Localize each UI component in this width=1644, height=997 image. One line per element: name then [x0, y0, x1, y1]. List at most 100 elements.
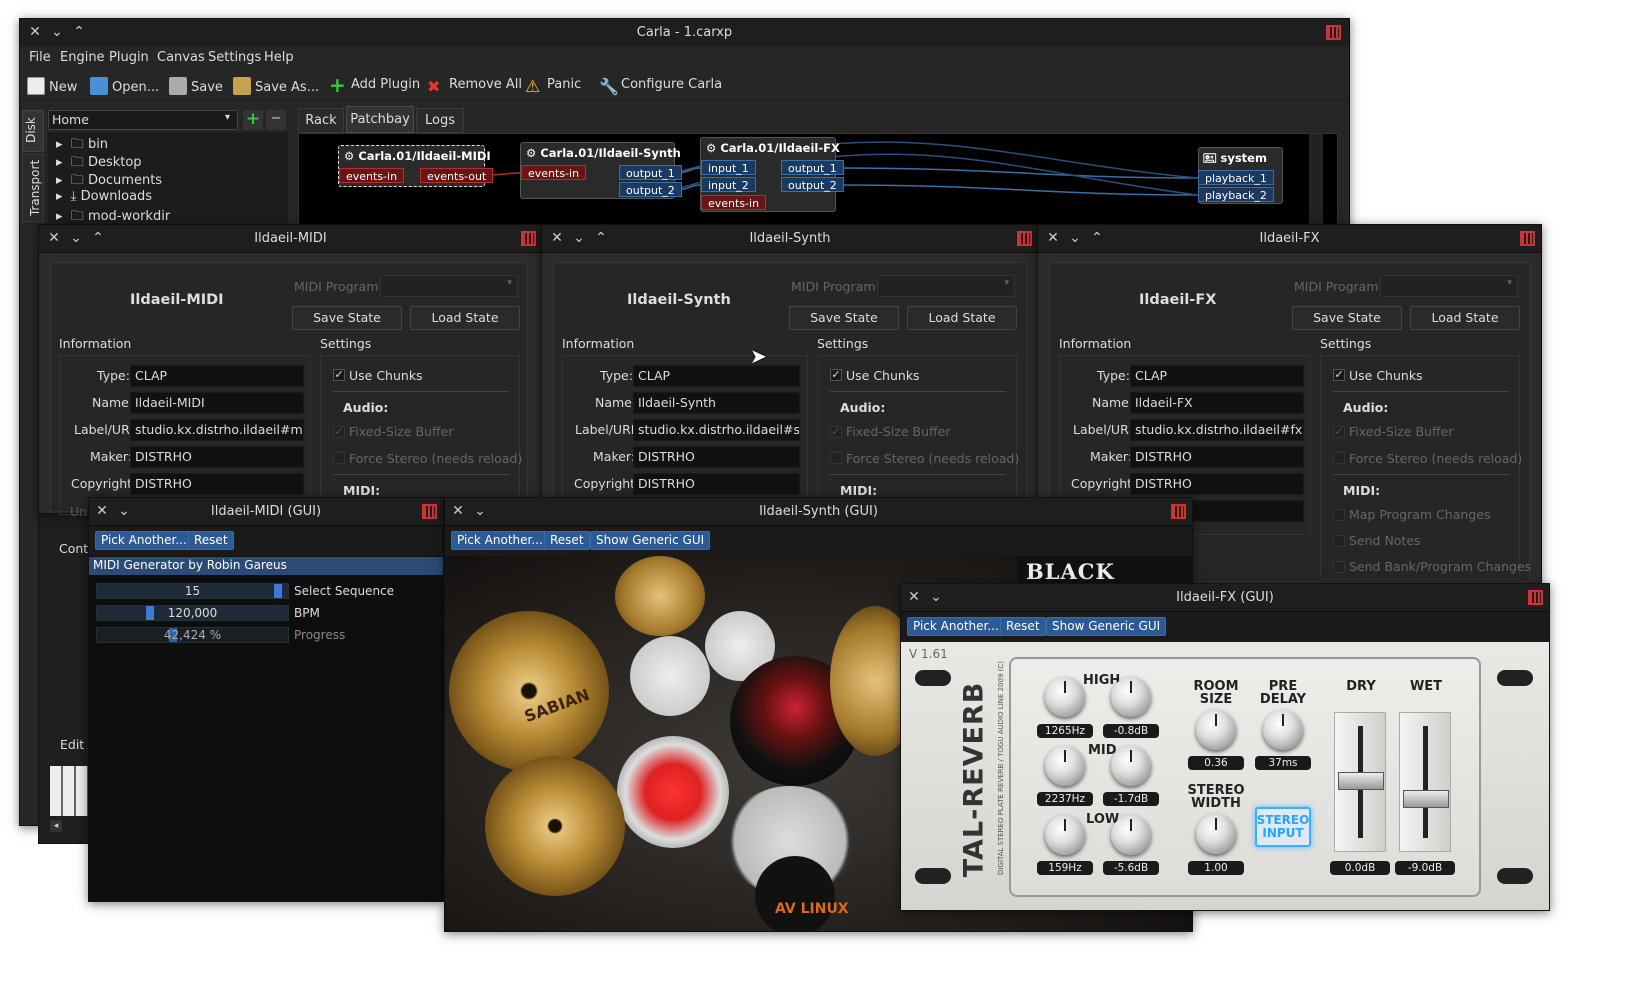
save-state-button[interactable]: Save State — [292, 306, 402, 330]
reset-button[interactable]: Reset — [1000, 617, 1046, 636]
plugin-heading: Ildaeil-MIDI — [130, 292, 224, 308]
maker-field: DISTRHO — [1130, 446, 1304, 468]
reset-button[interactable]: Reset — [188, 531, 234, 550]
show-generic-gui-button[interactable]: Show Generic GUI — [590, 531, 711, 550]
force-stereo-checkbox[interactable] — [1333, 452, 1345, 464]
gui-titlebar: ✕ ⌄ Ildaeil-FX (GUI) — [901, 584, 1549, 612]
stereo-input-label: STEREO INPUT — [1256, 813, 1310, 840]
label-uri-field: studio.kx.distrho.ildaeil#synth — [633, 419, 800, 441]
port-output-2[interactable]: output_2 — [781, 177, 844, 192]
high-freq-knob[interactable] — [1045, 677, 1085, 717]
audio-label: Audio: — [1343, 400, 1389, 415]
room-size-knob[interactable] — [1196, 710, 1236, 750]
name-label: Name: — [92, 395, 134, 410]
fixed-buffer-checkbox[interactable]: ✓ — [1333, 426, 1345, 438]
midi-program-select[interactable]: ▾ — [1380, 275, 1518, 297]
wet-value: -9.0dB — [1395, 861, 1455, 875]
port-output-1[interactable]: output_1 — [619, 165, 682, 180]
pre-delay-knob[interactable] — [1263, 710, 1303, 750]
type-field: CLAP — [1130, 365, 1304, 387]
dry-fader-handle[interactable] — [1338, 772, 1384, 790]
mouse-cursor-icon: ➤ — [750, 344, 767, 368]
send-notes-checkbox[interactable] — [1333, 535, 1345, 547]
load-state-button[interactable]: Load State — [410, 306, 520, 330]
kick-pedal — [755, 856, 835, 931]
wet-fader-handle[interactable] — [1403, 790, 1449, 808]
mid-freq-knob[interactable] — [1045, 746, 1085, 786]
use-chunks-checkbox[interactable]: ✓ — [1333, 369, 1345, 381]
chevron-down-icon: ▾ — [507, 278, 512, 288]
use-chunks-checkbox[interactable]: ✓ — [830, 369, 842, 381]
reset-button[interactable]: Reset — [544, 531, 590, 550]
pick-another-button[interactable]: Pick Another... — [95, 531, 193, 550]
divider — [830, 391, 1006, 392]
version-label: V 1.61 — [909, 647, 948, 661]
plugin-titlebar: ✕ ⌄ ⌃ Ildaeil-FX — [1038, 225, 1541, 253]
pick-another-button[interactable]: Pick Another... — [451, 531, 549, 550]
edit-tab-label[interactable]: Edit — [60, 737, 84, 752]
fixed-buffer-checkbox[interactable]: ✓ — [830, 426, 842, 438]
port-events-in[interactable]: events-in — [701, 195, 767, 210]
cymbal-top — [615, 556, 705, 636]
piano-keyboard[interactable] — [50, 766, 90, 816]
port-events-in[interactable]: events-in — [521, 165, 587, 180]
stereo-width-knob[interactable] — [1196, 814, 1236, 854]
connection-line — [835, 167, 1199, 179]
map-program-checkbox[interactable] — [1333, 509, 1345, 521]
low-gain-value: -5.6dB — [1103, 861, 1159, 875]
select-sequence-label: Select Sequence — [294, 584, 395, 598]
midi-program-label: MIDI Program: — [791, 279, 880, 294]
name-label: Name: — [1092, 395, 1134, 410]
label-uri-label: Label/URI: — [74, 422, 138, 437]
name-field[interactable]: Ildaeil-FX — [1130, 392, 1304, 414]
port-input-2[interactable]: input_2 — [701, 177, 756, 192]
maker-label: Maker: — [1090, 449, 1133, 464]
send-bank-checkbox[interactable] — [1333, 561, 1345, 573]
save-state-button[interactable]: Save State — [789, 306, 899, 330]
piano-scroll-left[interactable]: ◂ — [50, 820, 62, 832]
load-state-button[interactable]: Load State — [1410, 306, 1520, 330]
name-field[interactable]: Ildaeil-Synth — [633, 392, 800, 414]
pick-another-button[interactable]: Pick Another... — [907, 617, 1005, 636]
low-freq-value: 159Hz — [1037, 861, 1093, 875]
port-playback-1[interactable]: playback_1 — [1198, 170, 1274, 185]
information-label: Information — [562, 336, 635, 351]
chevron-down-icon: ▾ — [1507, 278, 1512, 288]
midi-program-select[interactable]: ▾ — [380, 275, 518, 297]
port-playback-2[interactable]: playback_2 — [1198, 187, 1274, 202]
gear-icon: ⚙ — [706, 141, 717, 155]
midi-program-label: MIDI Program: — [1294, 279, 1383, 294]
divider — [1333, 391, 1509, 392]
midi-label: MIDI: — [840, 483, 878, 498]
port-output-1[interactable]: output_1 — [781, 160, 844, 175]
node-title: ⚙ Carla.01/Ildaeil-MIDI — [344, 149, 491, 163]
port-output-2[interactable]: output_2 — [619, 182, 682, 197]
progress-value: 42,424 % — [163, 628, 222, 642]
force-stereo-checkbox[interactable] — [830, 452, 842, 464]
high-gain-knob[interactable] — [1111, 677, 1151, 717]
midi-program-select[interactable]: ▾ — [877, 275, 1015, 297]
show-generic-gui-button[interactable]: Show Generic GUI — [1046, 617, 1167, 636]
snare-drum — [617, 736, 729, 848]
mid-gain-knob[interactable] — [1111, 746, 1151, 786]
use-chunks-checkbox[interactable]: ✓ — [333, 369, 345, 381]
port-events-in[interactable]: events-in — [339, 168, 405, 183]
port-input-1[interactable]: input_1 — [701, 160, 756, 175]
label-uri-field: studio.kx.distrho.ildaeil#midi — [130, 419, 304, 441]
gear-icon: ⚙ — [526, 146, 537, 160]
name-field[interactable]: Ildaeil-MIDI — [130, 392, 304, 414]
chevron-down-icon: ▾ — [1004, 278, 1009, 288]
carla-app-icon — [521, 231, 536, 246]
force-stereo-label: Force Stereo (needs reload) — [349, 451, 523, 466]
force-stereo-checkbox[interactable] — [333, 452, 345, 464]
low-gain-knob[interactable] — [1111, 815, 1151, 855]
label-uri-label: Label/URI: — [575, 422, 639, 437]
save-state-button[interactable]: Save State — [1292, 306, 1402, 330]
low-freq-knob[interactable] — [1045, 815, 1085, 855]
bpm-label: BPM — [294, 606, 320, 620]
port-events-out[interactable]: events-out — [420, 168, 494, 183]
type-label: Type: — [97, 368, 130, 383]
fixed-buffer-checkbox[interactable]: ✓ — [333, 426, 345, 438]
settings-label: Settings — [1320, 336, 1372, 351]
load-state-button[interactable]: Load State — [907, 306, 1017, 330]
